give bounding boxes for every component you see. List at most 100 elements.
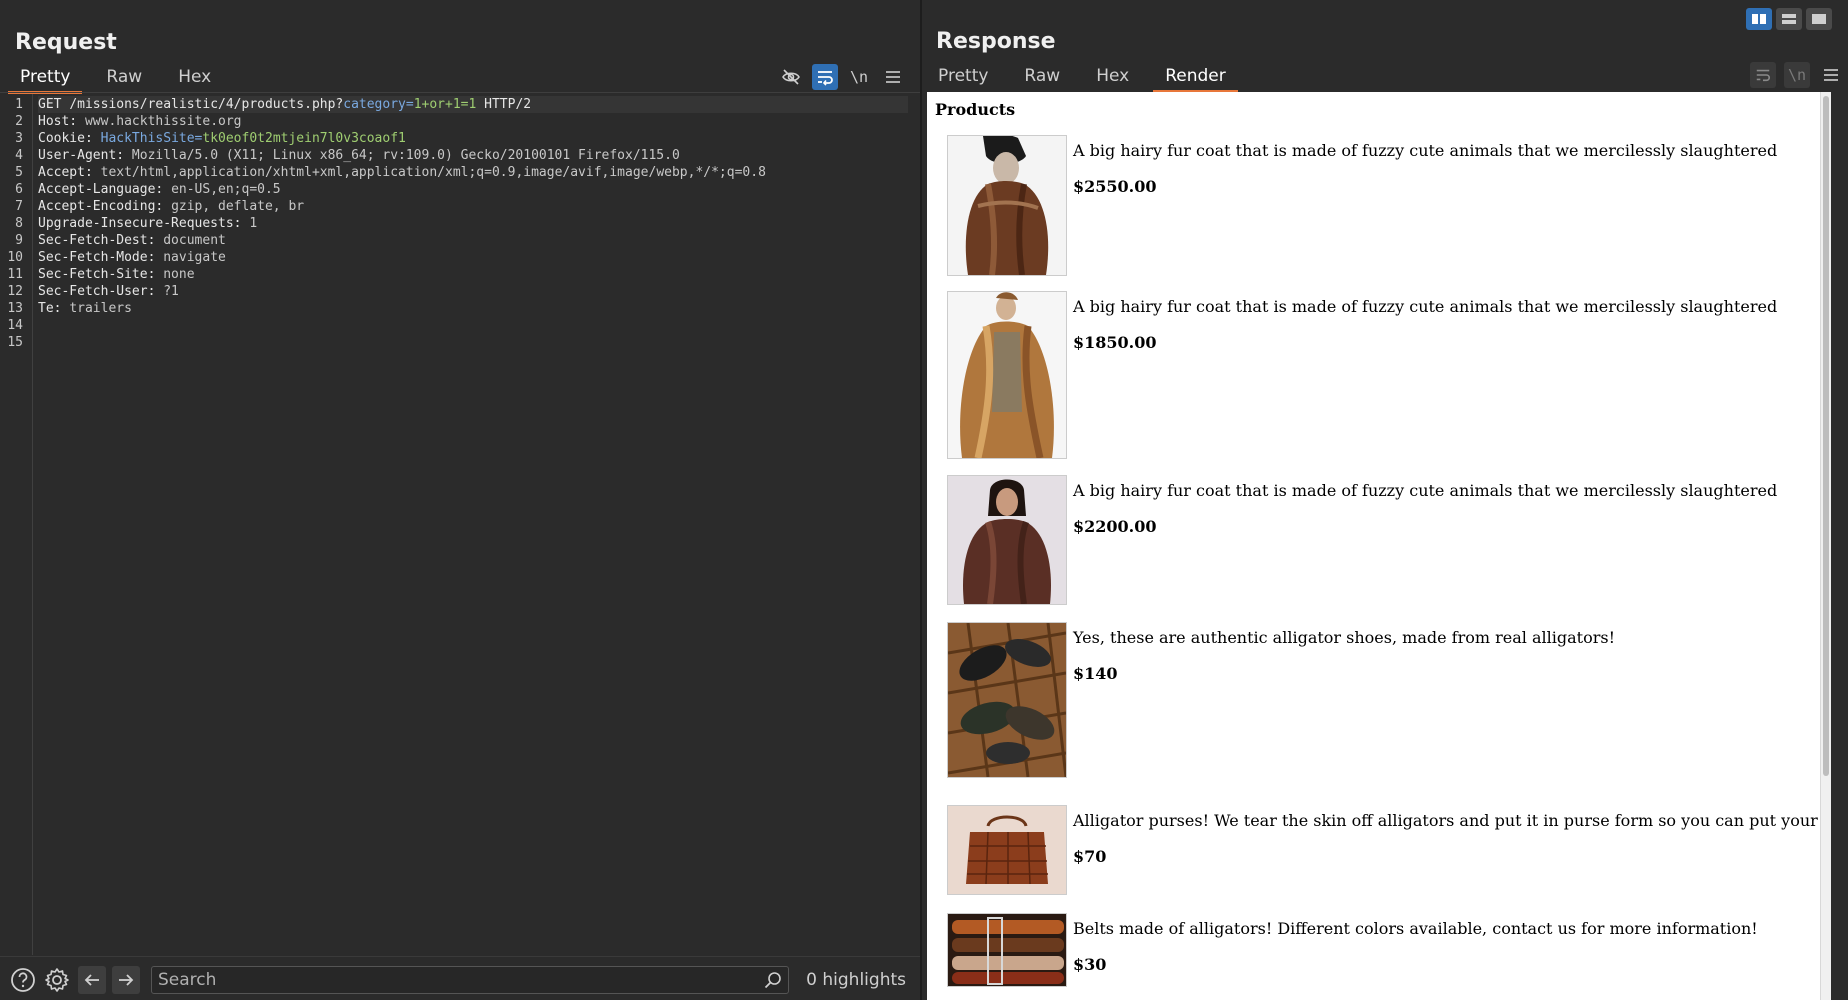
rendered-response-view[interactable]: Products A big hairy fur coat that is ma… [927,92,1831,1000]
layout-toggle [1746,8,1832,30]
code-token: www.hackthissite.org [84,114,242,129]
response-title: Response [936,29,1056,54]
alligator-shoes-image [947,622,1068,778]
response-tab-raw[interactable]: Raw [1012,63,1072,91]
product-price: $140 [1073,664,1118,683]
response-tab-pretty[interactable]: Pretty [926,63,1000,91]
hide-nonprinting-icon[interactable] [778,64,804,90]
product-description: Yes, these are authentic alligator shoes… [1073,628,1615,647]
word-wrap-icon[interactable] [1750,62,1776,88]
code-token: /missions/realistic/4/products.php? [69,97,344,112]
code-line[interactable]: Cookie: HackThisSite=tk0eof0t2mtjein7l0v… [38,130,908,147]
code-line[interactable]: Sec-Fetch-Mode: navigate [38,249,908,266]
request-tab-pretty[interactable]: Pretty [8,64,83,94]
product-description: A big hairy fur coat that is made of fuz… [1073,481,1778,500]
product-description: A big hairy fur coat that is made of fuz… [1073,297,1778,316]
code-line[interactable]: Sec-Fetch-Dest: document [38,232,908,249]
code-token: Sec-Fetch-Dest: [38,233,164,248]
products-heading: Products [935,100,1016,119]
code-line[interactable]: Host: www.hackthissite.org [38,113,908,130]
next-match-button[interactable] [112,966,140,994]
code-token: Cookie: [38,131,101,146]
product-price: $70 [1073,847,1107,866]
code-token: Accept-Language: [38,182,172,197]
line-number: 5 [15,165,23,180]
code-line[interactable]: Upgrade-Insecure-Requests: 1 [38,215,908,232]
previous-match-button[interactable] [78,966,106,994]
code-token: Accept: [38,165,101,180]
menu-icon[interactable] [1818,62,1844,88]
code-token: none [163,267,195,282]
code-token: 1+or+1=1 [413,97,477,112]
code-token: Host: [38,114,85,129]
line-number: 1 [15,97,23,112]
request-tab-raw[interactable]: Raw [94,64,154,92]
code-token: Upgrade-Insecure-Requests: [38,216,250,231]
code-token: HackThisSite= [100,131,203,146]
code-line[interactable]: Te: trailers [38,300,908,317]
code-line[interactable]: Accept-Language: en-US,en;q=0.5 [38,181,908,198]
menu-icon[interactable] [880,64,906,90]
code-token: ?1 [163,284,179,299]
response-toolbar: \n [1750,62,1844,88]
line-number: 14 [7,318,23,333]
code-token: 1 [249,216,258,231]
alligator-purse-image [947,805,1067,895]
line-number-gutter: 1 2 3 4 5 6 7 8 9 10 11 12 13 14 15 [0,94,33,955]
code-token: Accept-Encoding: [38,199,172,214]
product-price: $2200.00 [1073,517,1157,536]
tabbed-layout-icon[interactable] [1806,8,1832,30]
request-editor[interactable]: 1 2 3 4 5 6 7 8 9 10 11 12 13 14 15 GET /missions/real… [0,94,920,955]
request-title: Request [15,30,117,55]
line-number: 2 [15,114,23,129]
product-price: $2550.00 [1073,177,1157,196]
line-number: 7 [15,199,23,214]
code-token: Sec-Fetch-Site: [38,267,164,282]
code-token: category= [343,97,414,112]
code-token: User-Agent: [38,148,132,163]
response-tab-render[interactable]: Render [1153,63,1238,93]
response-tab-hex[interactable]: Hex [1084,63,1141,91]
show-newlines-button[interactable]: \n [846,64,872,90]
code-token: en-US,en;q=0.5 [171,182,281,197]
code-line[interactable] [38,317,908,334]
line-number: 8 [15,216,23,231]
line-number: 11 [7,267,23,282]
code-line[interactable]: Sec-Fetch-Site: none [38,266,908,283]
code-line[interactable]: Accept: text/html,application/xhtml+xml,… [38,164,908,181]
fur-coat-image [947,475,1067,605]
search-field[interactable] [151,966,789,994]
response-tabs: Pretty Raw Hex Render [926,63,1250,93]
product-description: Belts made of alligators! Different colo… [1073,919,1758,938]
app-window: Request Pretty Raw Hex \n 1 2 3 4 5 6 7 8 9 10 11 1… [0,0,1848,1000]
request-code[interactable]: GET /missions/realistic/4/products.php?c… [38,96,908,351]
code-token: document [163,233,226,248]
help-icon[interactable] [9,966,37,994]
request-tabs: Pretty Raw Hex [8,64,235,94]
request-panel: Request Pretty Raw Hex \n 1 2 3 4 5 6 7 8 9 10 11 1… [0,0,922,1000]
render-scrollbar[interactable] [1820,92,1831,1000]
request-tabs-divider [0,92,920,93]
show-newlines-button[interactable]: \n [1784,62,1810,88]
code-token: Te: [38,301,70,316]
alligator-belts-image [947,913,1067,987]
scrollbar-thumb[interactable] [1823,96,1829,776]
side-by-side-layout-icon[interactable] [1746,8,1772,30]
word-wrap-icon[interactable] [812,64,838,90]
line-number: 13 [7,301,23,316]
line-number: 3 [15,131,23,146]
code-token: navigate [163,250,226,265]
settings-gear-icon[interactable] [43,966,71,994]
line-number: 6 [15,182,23,197]
stacked-layout-icon[interactable] [1776,8,1802,30]
code-line[interactable]: Sec-Fetch-User: ?1 [38,283,908,300]
code-token: gzip, deflate, br [171,199,305,214]
request-tab-hex[interactable]: Hex [166,64,223,92]
search-icon[interactable] [764,971,782,993]
code-line[interactable]: GET /missions/realistic/4/products.php?c… [38,96,908,113]
search-input[interactable] [152,967,788,993]
code-line[interactable]: Accept-Encoding: gzip, deflate, br [38,198,908,215]
code-token: Sec-Fetch-User: [38,284,164,299]
code-line[interactable] [38,334,908,351]
code-line[interactable]: User-Agent: Mozilla/5.0 (X11; Linux x86_… [38,147,908,164]
